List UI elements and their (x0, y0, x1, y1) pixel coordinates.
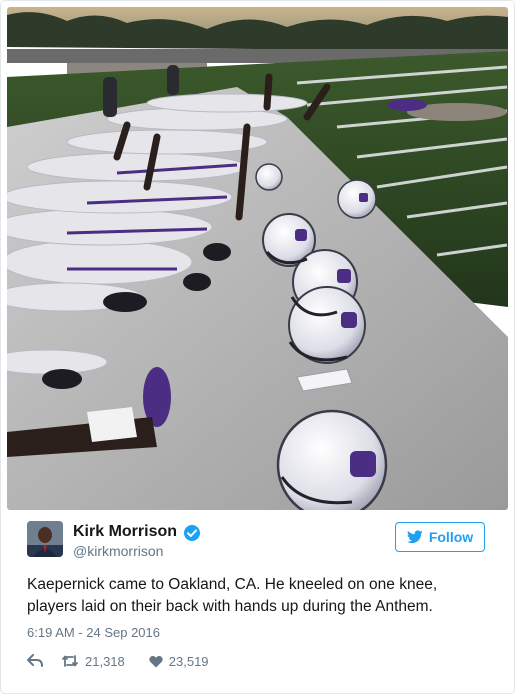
like-count: 23,519 (168, 653, 209, 669)
tweet-author: Kirk Morrison @kirkmorrison Follow (27, 521, 497, 561)
avatar[interactable] (27, 521, 63, 557)
tweet-actions: 21,318 23,519 (27, 651, 209, 671)
retweet-action[interactable]: 21,318 (61, 654, 125, 669)
like-action[interactable]: 23,519 (149, 654, 209, 669)
tweet-text: Kaepernick came to Oakland, CA. He kneel… (27, 574, 497, 618)
verified-badge-icon (183, 524, 201, 542)
follow-label: Follow (428, 529, 474, 545)
tweet-timestamp[interactable]: 6:19 AM - 24 Sep 2016 (27, 625, 160, 640)
tweet-text-line: Kaepernick came to Oakland, CA. He kneel… (27, 576, 438, 593)
twitter-bird-icon (406, 530, 423, 544)
tweet-card: Kirk Morrison @kirkmorrison Follow Kaepe… (0, 0, 515, 694)
football-field-photo (7, 7, 508, 510)
retweet-count: 21,318 (85, 653, 125, 669)
author-handle[interactable]: @kirkmorrison (73, 543, 163, 559)
follow-button[interactable]: Follow (395, 522, 485, 552)
avatar-image (27, 521, 63, 557)
author-name[interactable]: Kirk Morrison (73, 523, 177, 541)
heart-icon (149, 655, 163, 668)
retweet-icon (61, 654, 79, 668)
reply-icon[interactable] (27, 654, 43, 668)
tweet-text-line: players laid on their back with hands up… (27, 598, 433, 615)
tweet-photo[interactable] (7, 7, 508, 510)
